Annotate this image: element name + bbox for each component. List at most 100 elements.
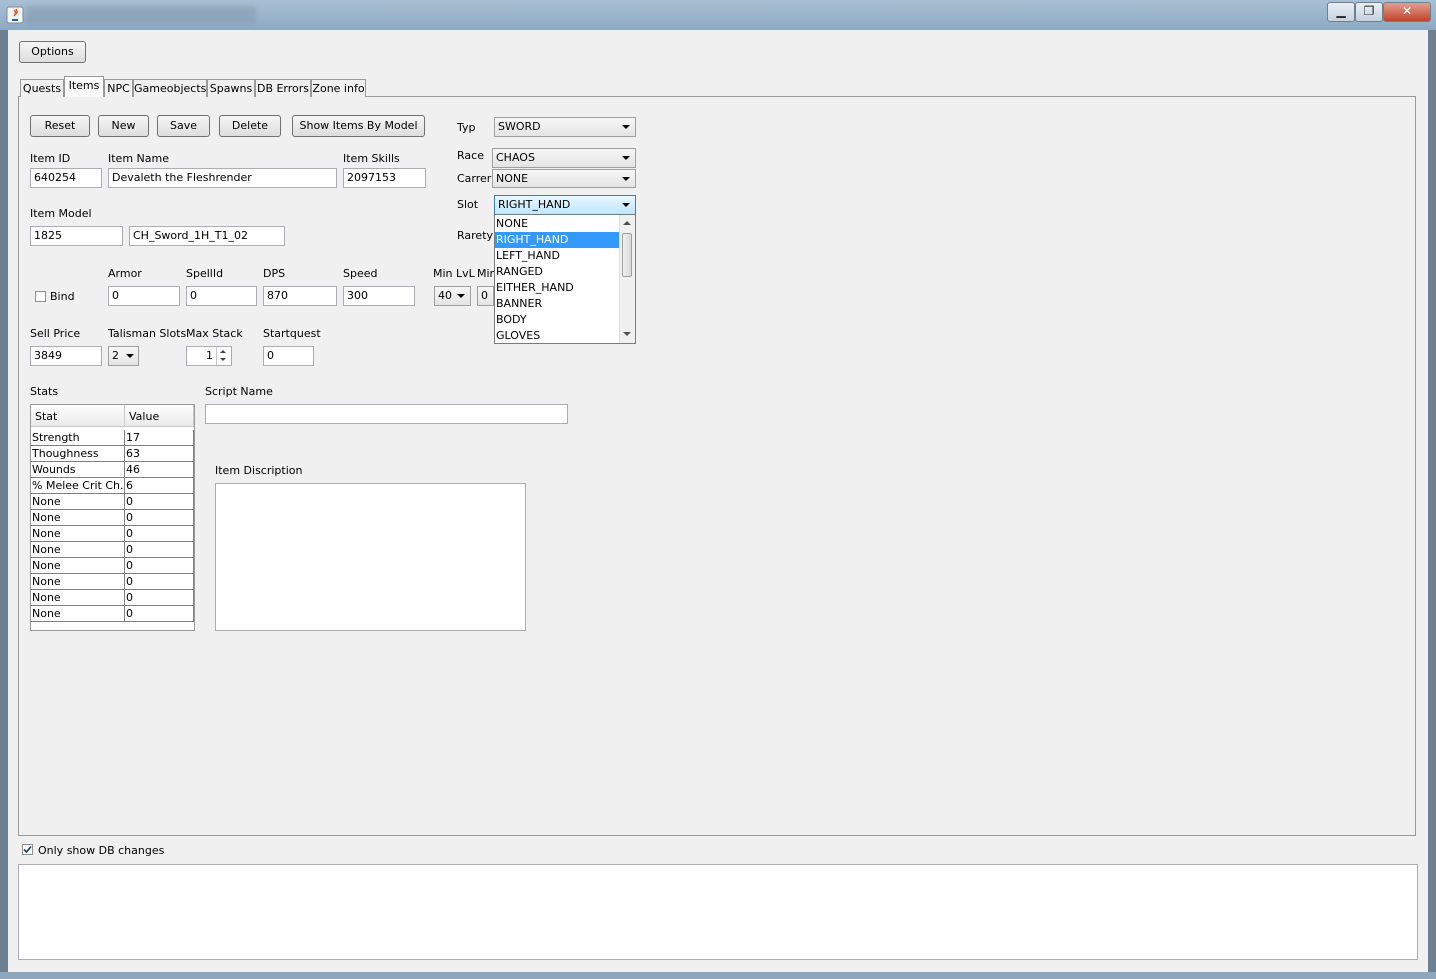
item-skills-input[interactable]: 2097153 [343,168,426,188]
dps-input[interactable]: 870 [263,286,337,306]
tab-quests[interactable]: Quests [20,79,64,97]
stat-name-cell[interactable]: None [31,606,125,622]
scroll-down-icon[interactable] [623,332,631,336]
table-row[interactable]: None 0 [31,542,194,558]
table-row[interactable]: % Melee Crit Ch... 6 [31,478,194,494]
item-name-input[interactable]: Devaleth the Fleshrender [108,168,337,188]
slot-option[interactable]: RANGED [495,264,619,280]
stat-name-cell[interactable]: None [31,558,125,574]
stat-name-cell[interactable]: Strength [31,430,125,446]
stat-value-cell[interactable]: 0 [125,526,194,542]
stat-name-cell[interactable]: None [31,510,125,526]
slot-dropdown-list[interactable]: NONE RIGHT_HAND LEFT_HAND RANGED EITHER_HAND… [494,214,636,344]
close-button[interactable]: ✕ [1383,2,1431,22]
slot-label: Slot [457,198,479,211]
stat-value-cell[interactable]: 0 [125,590,194,606]
only-db-changes-checkbox[interactable] [22,844,33,855]
talisman-slots-select[interactable]: 2 [108,346,139,366]
stat-name-cell[interactable]: % Melee Crit Ch... [31,478,125,494]
chevron-down-icon [622,177,630,181]
scroll-thumb[interactable] [622,233,632,277]
stat-value-cell[interactable]: 0 [125,558,194,574]
race-select[interactable]: CHAOS [492,148,636,168]
item-model-id-input[interactable]: 1825 [30,226,123,246]
only-db-changes-label: Only show DB changes [38,844,165,857]
stat-value-cell[interactable]: 6 [125,478,194,494]
min-lvl-select[interactable]: 40 [434,286,471,306]
stat-name-cell[interactable]: Thoughness [31,446,125,462]
dropdown-scrollbar[interactable] [619,215,635,343]
stat-name-cell[interactable]: None [31,574,125,590]
table-row[interactable]: None 0 [31,510,194,526]
stat-value-cell[interactable]: 0 [125,510,194,526]
table-row[interactable]: None 0 [31,606,194,622]
slot-select[interactable]: RIGHT_HAND [494,195,636,215]
spin-down-icon[interactable] [220,358,226,361]
slot-option[interactable]: BODY [495,312,619,328]
table-row[interactable]: Thoughness 63 [31,446,194,462]
speed-input[interactable]: 300 [343,286,415,306]
carrer-select[interactable]: NONE [492,169,636,188]
table-row[interactable]: None 0 [31,590,194,606]
stat-name-cell[interactable]: None [31,494,125,510]
maximize-button[interactable]: ❐ [1355,2,1383,22]
table-row[interactable]: None 0 [31,526,194,542]
stat-name-cell[interactable]: None [31,590,125,606]
table-row[interactable]: None 0 [31,558,194,574]
stat-value-cell[interactable]: 46 [125,462,194,478]
tab-npc[interactable]: NPC [104,79,133,97]
slot-option[interactable]: GLOVES [495,328,619,344]
tab-gameobjects[interactable]: Gameobjects [133,79,207,97]
tab-items[interactable]: Items [64,76,104,97]
reset-button[interactable]: Reset [30,115,90,137]
stat-value-cell[interactable]: 0 [125,542,194,558]
table-row[interactable]: None 0 [31,574,194,590]
new-button[interactable]: New [98,115,149,137]
slot-option[interactable]: EITHER_HAND [495,280,619,296]
slot-option[interactable]: BANNER [495,296,619,312]
stat-name-cell[interactable]: None [31,526,125,542]
tab-zone-info[interactable]: Zone info [311,79,366,97]
item-description-textarea[interactable] [215,483,526,631]
stat-name-cell[interactable]: None [31,542,125,558]
tab-db-errors[interactable]: DB Errors [255,79,311,97]
window-bottom-border [0,972,1436,979]
value-column-header[interactable]: Value [125,405,194,427]
startquest-input[interactable]: 0 [263,346,314,366]
table-row[interactable]: Strength 17 [31,430,194,446]
stat-value-cell[interactable]: 0 [125,574,194,590]
tab-spawns[interactable]: Spawns [207,79,255,97]
stat-value-cell[interactable]: 0 [125,606,194,622]
log-output-area[interactable] [18,864,1418,960]
dps-label: DPS [263,267,286,280]
stat-value-cell[interactable]: 17 [125,430,194,446]
stat-value-cell[interactable]: 0 [125,494,194,510]
show-items-by-model-button[interactable]: Show Items By Model [292,115,425,137]
sell-price-input[interactable]: 3849 [30,346,102,366]
slot-option[interactable]: RIGHT_HAND [495,232,619,248]
options-button[interactable]: Options [19,41,86,63]
stats-table[interactable]: Stat Value Strength 17 Thoughness 63 Wounds 4… [30,404,195,631]
item-model-name-input[interactable]: CH_Sword_1H_T1_02 [129,226,285,246]
save-button[interactable]: Save [157,115,210,137]
table-row[interactable]: Wounds 46 [31,462,194,478]
armor-input[interactable]: 0 [108,286,180,306]
typ-label: Typ [457,121,476,134]
spin-up-icon[interactable] [220,350,226,353]
table-row[interactable]: None 0 [31,494,194,510]
scroll-up-icon[interactable] [623,221,631,225]
item-id-input[interactable]: 640254 [30,168,102,188]
bind-checkbox[interactable] [35,291,46,302]
stat-name-cell[interactable]: Wounds [31,462,125,478]
stat-value-cell[interactable]: 63 [125,446,194,462]
typ-select[interactable]: SWORD [494,117,636,137]
stat-column-header[interactable]: Stat [31,405,125,427]
min-select[interactable]: 0 [477,286,494,306]
spellid-input[interactable]: 0 [186,286,257,306]
delete-button[interactable]: Delete [219,115,281,137]
slot-option[interactable]: NONE [495,216,619,232]
slot-option[interactable]: LEFT_HAND [495,248,619,264]
minimize-button[interactable]: ▁ [1327,2,1355,22]
script-name-input[interactable] [205,404,568,424]
max-stack-spin-buttons[interactable] [216,347,231,365]
